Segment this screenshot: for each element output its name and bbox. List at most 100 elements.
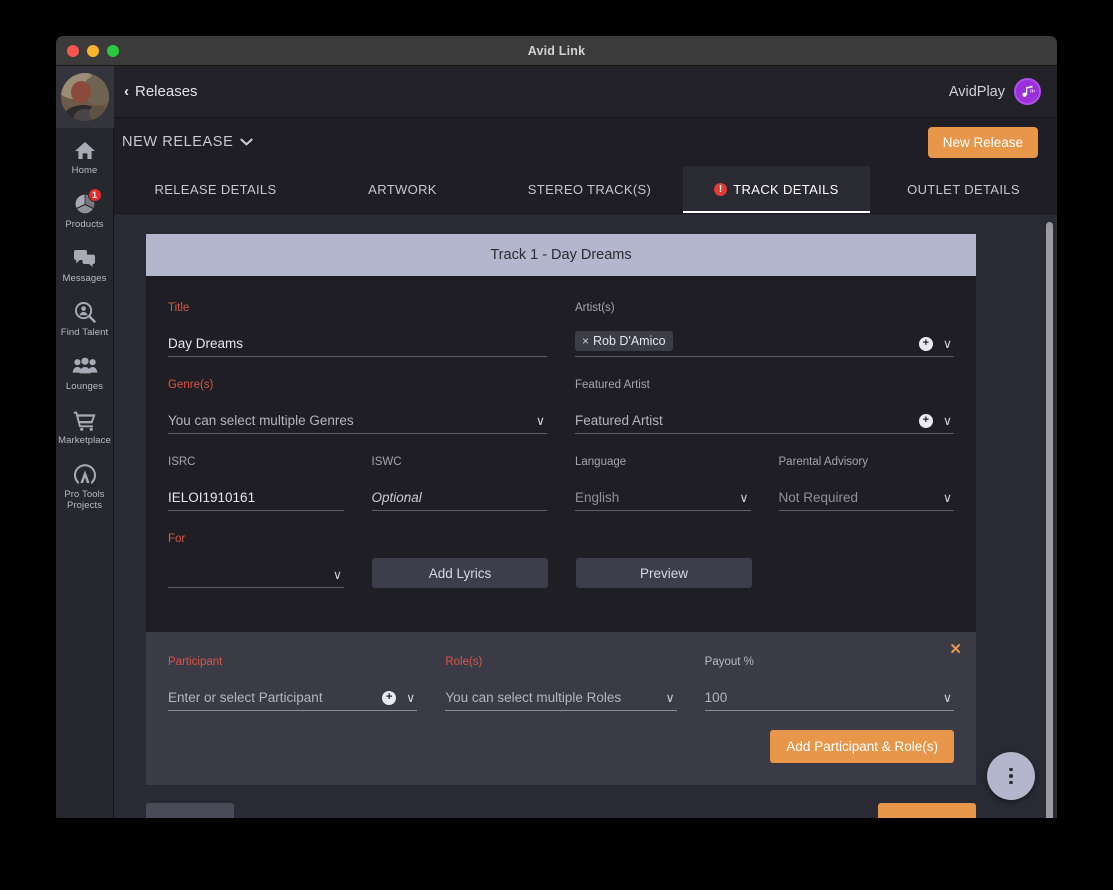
form-row-identifiers: ISRC IELOI1910161 ISWC Optional Language… [168, 456, 954, 511]
tab-track-details[interactable]: ! TRACK DETAILS [683, 166, 870, 213]
field-label: Title [168, 302, 190, 314]
add-participant-and-roles-button[interactable]: Add Participant & Role(s) [770, 730, 954, 763]
artist-chip[interactable]: × Rob D'Amico [575, 331, 673, 351]
sidebar-item-find-talent[interactable]: Find Talent [56, 290, 114, 344]
chevron-down-icon[interactable]: ∨ [941, 492, 954, 505]
lounges-icon [72, 354, 98, 378]
field-artists: Artist(s) × Rob D'Amico + ∨ [575, 302, 954, 357]
sidebar-item-home[interactable]: Home [56, 128, 114, 182]
field-label: Role(s) [445, 656, 483, 668]
field-label: Participant [168, 656, 223, 668]
add-lyrics-button[interactable]: Add Lyrics [372, 558, 548, 588]
sidebar-item-label: Find Talent [60, 327, 109, 338]
roles-select[interactable]: You can select multiple Roles ∨ [445, 681, 677, 711]
parental-advisory-value: Not Required [778, 490, 859, 505]
sidebar-item-lounges[interactable]: Lounges [56, 344, 114, 398]
form-row-genres-featured: Genre(s) You can select multiple Genres … [168, 379, 954, 434]
title-input[interactable]: Day Dreams [168, 327, 547, 357]
maximize-window-button[interactable] [107, 45, 119, 57]
iswc-input[interactable]: Optional [371, 481, 547, 511]
new-release-button[interactable]: New Release [927, 126, 1038, 158]
brand-block[interactable]: AvidPlay [949, 78, 1041, 105]
field-label: Language [575, 456, 627, 468]
plus-circle-icon[interactable]: + [918, 414, 933, 428]
minimize-window-button[interactable] [87, 45, 99, 57]
chevron-down-icon[interactable]: ∨ [404, 692, 417, 705]
field-label: ISRC [168, 456, 196, 468]
form-row-for-actions: For ∨ Add Lyrics Preview [168, 533, 954, 588]
featured-artist-input[interactable]: Featured Artist + ∨ [575, 404, 954, 434]
footer-secondary-button[interactable] [146, 803, 234, 818]
sidebar-item-label: Pro Tools Projects [64, 489, 105, 511]
isrc-value: IELOI1910161 [168, 490, 256, 505]
chevron-down-icon[interactable]: ∨ [941, 692, 954, 705]
isrc-input[interactable]: IELOI1910161 [168, 481, 344, 511]
plus-circle-icon[interactable]: + [382, 691, 397, 705]
tab-outlet-details[interactable]: OUTLET DETAILS [870, 166, 1057, 213]
field-label: Artist(s) [575, 302, 615, 314]
title-value: Day Dreams [168, 336, 244, 351]
payout-input[interactable]: 100 ∨ [704, 681, 954, 711]
products-badge: 1 [87, 188, 102, 202]
track-card-header: Track 1 - Day Dreams [146, 234, 976, 276]
tab-stereo-tracks[interactable]: STEREO TRACK(S) [496, 166, 683, 213]
field-label: Genre(s) [168, 379, 214, 391]
window-body: Home 1 Products Messages Find Talent Lou… [56, 66, 1057, 818]
sidebar-item-marketplace[interactable]: Marketplace [56, 398, 114, 452]
brand-name: AvidPlay [948, 83, 1005, 100]
chevron-down-icon[interactable]: ∨ [941, 338, 954, 351]
sidebar: Home 1 Products Messages Find Talent Lou… [56, 66, 114, 818]
track-form: Title Day Dreams Artist(s) × Rob D'Amico… [146, 276, 976, 632]
participant-row: Participant Enter or select Participant … [168, 656, 954, 711]
tab-release-details[interactable]: RELEASE DETAILS [122, 166, 309, 213]
avatar-container[interactable] [56, 66, 114, 128]
close-window-button[interactable] [67, 45, 79, 57]
footer-primary-button[interactable] [878, 803, 976, 818]
track-card: Track 1 - Day Dreams Title Day Dreams Ar… [146, 234, 976, 632]
chevron-down-icon[interactable]: ∨ [737, 492, 750, 505]
chevron-down-icon[interactable]: ∨ [664, 692, 677, 705]
field-genres: Genre(s) You can select multiple Genres … [168, 379, 547, 434]
remove-chip-icon[interactable]: × [582, 334, 589, 348]
parental-advisory-select[interactable]: Not Required ∨ [778, 481, 954, 511]
main-area: ‹ Releases AvidPlay NEW RELEASE New Rele… [114, 66, 1057, 818]
chevron-down-icon[interactable]: ∨ [534, 415, 547, 428]
more-vertical-icon[interactable] [987, 752, 1035, 800]
marketplace-icon [72, 408, 98, 432]
chevron-down-icon [240, 135, 254, 149]
preview-button[interactable]: Preview [576, 558, 752, 588]
sidebar-item-messages[interactable]: Messages [56, 236, 114, 290]
chevron-down-icon[interactable]: ∨ [941, 415, 954, 428]
avatar[interactable] [60, 73, 109, 121]
scrollbar-thumb[interactable] [1046, 222, 1053, 818]
language-value: English [575, 490, 620, 505]
field-label: Featured Artist [575, 379, 650, 391]
tab-label: OUTLET DETAILS [907, 182, 1020, 197]
tab-artwork[interactable]: ARTWORK [309, 166, 496, 213]
window-title: Avid Link [527, 44, 586, 58]
back-to-releases-link[interactable]: ‹ Releases [124, 83, 198, 100]
payout-value: 100 [704, 690, 728, 705]
genres-select[interactable]: You can select multiple Genres ∨ [168, 404, 547, 434]
back-link-label: Releases [135, 83, 198, 100]
for-select[interactable]: ∨ [168, 558, 344, 588]
window-titlebar: Avid Link [56, 36, 1057, 66]
field-label: Payout % [704, 656, 754, 668]
language-select[interactable]: English ∨ [575, 481, 751, 511]
sidebar-item-products[interactable]: 1 Products [56, 182, 114, 236]
vertical-scrollbar[interactable] [1045, 214, 1054, 818]
tab-label: RELEASE DETAILS [154, 182, 277, 197]
participant-panel: ✕ Participant Enter or select Participan… [146, 632, 976, 785]
footer-button-row [146, 803, 976, 818]
chevron-down-icon[interactable]: ∨ [331, 569, 344, 582]
participant-placeholder: Enter or select Participant [168, 690, 323, 705]
participant-input[interactable]: Enter or select Participant + ∨ [168, 681, 418, 711]
plus-circle-icon[interactable]: + [918, 337, 933, 351]
sidebar-item-pro-tools-projects[interactable]: Pro Tools Projects [56, 452, 114, 517]
field-iswc: ISWC Optional [371, 456, 547, 511]
content-scroll-area: Track 1 - Day Dreams Title Day Dreams Ar… [114, 214, 1057, 818]
field-label: For [168, 533, 186, 545]
artists-input[interactable]: × Rob D'Amico + ∨ [575, 327, 954, 357]
release-selector[interactable]: NEW RELEASE [122, 134, 254, 150]
sidebar-item-label: Products [65, 219, 104, 230]
